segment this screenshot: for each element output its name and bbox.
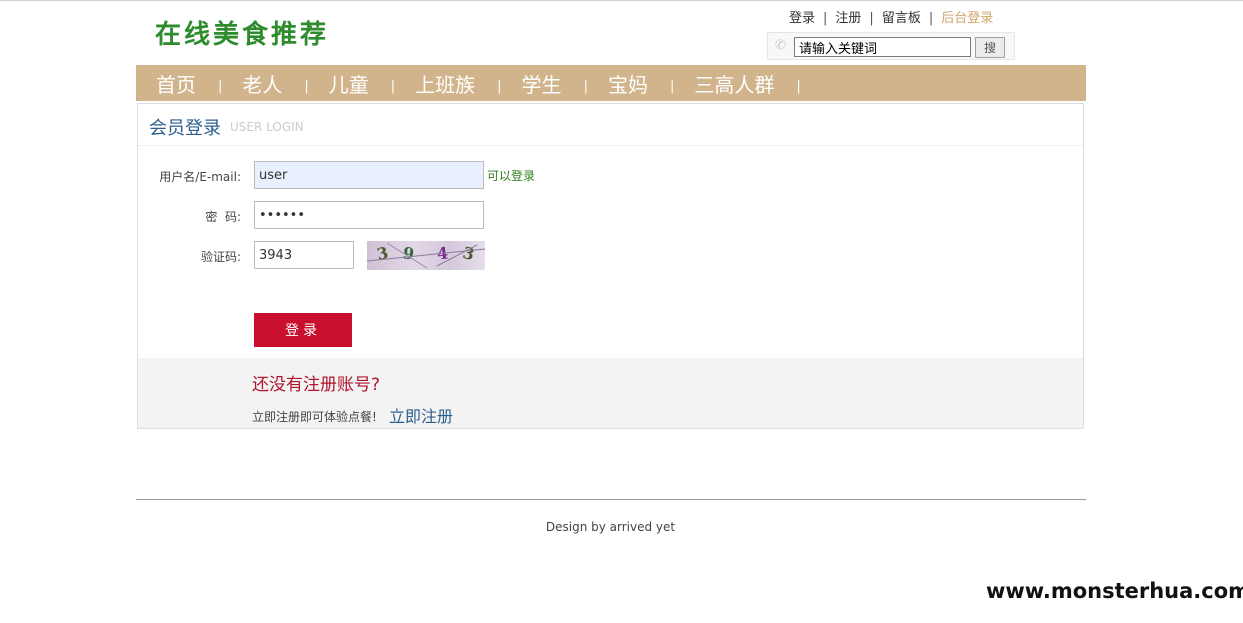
guestbook-link[interactable]: 留言板 [882,11,921,26]
separator: | [869,11,874,26]
nav-separator: | [497,78,502,94]
nav-separator: | [218,78,223,94]
nav-item-office: 上班族 | [415,69,521,98]
captcha-noise-lines [367,242,485,269]
main-nav: 首页 | 老人 | 儿童 | 上班族 | 学生 | 宝妈 | 三高人群 | [136,65,1086,101]
nav-separator: | [796,78,801,94]
panel-header: 会员登录 USER LOGIN [138,104,1083,146]
watermark: www.monsterhua.com [986,579,1243,603]
nav-link-home[interactable]: 首页 [156,69,196,98]
search-input[interactable] [794,37,971,57]
admin-login-link[interactable]: 后台登录 [941,11,993,26]
password-label: 密 码: [205,210,241,224]
separator: | [823,11,828,26]
footer-credit: Design by arrived yet [545,520,676,534]
register-question: 还没有注册账号? [252,375,381,395]
nav-item-elderly: 老人 | [242,69,328,98]
search-button[interactable]: 搜 [975,37,1005,58]
nav-link-moms[interactable]: 宝妈 [608,69,648,98]
nav-item-students: 学生 | [522,69,608,98]
captcha-label: 验证码: [200,250,241,264]
password-input[interactable] [254,201,484,229]
top-border [0,0,1243,1]
nav-link-elderly[interactable]: 老人 [242,69,282,98]
nav-separator: | [390,78,396,94]
register-link[interactable]: 注册 [835,11,861,26]
login-link[interactable]: 登录 [789,11,815,26]
nav-item-three-high: 三高人群 | [694,69,820,98]
username-label: 用户名/E-mail: [159,170,241,184]
captcha-image[interactable]: 3 9 4 3 [367,241,485,270]
panel-title: 会员登录 [149,118,221,139]
nav-item-moms: 宝妈 | [608,69,694,98]
username-input[interactable] [254,161,484,189]
register-section: 还没有注册账号? 立即注册即可体验点餐! 立即注册 [138,358,1083,428]
nav-item-children: 儿童 | [329,69,415,98]
panel-subtitle: USER LOGIN [230,120,304,134]
top-links: 登录 | 注册 | 留言板 | 后台登录 [789,7,993,26]
nav-separator: | [304,78,309,94]
username-ok-hint: 可以登录 [487,169,536,183]
separator: | [928,11,934,26]
register-text: 立即注册即可体验点餐! [252,410,377,424]
nav-item-home: 首页 | [156,69,242,98]
nav-link-children[interactable]: 儿童 [329,69,369,98]
captcha-input[interactable] [254,241,354,269]
nav-link-office[interactable]: 上班族 [415,69,475,98]
register-now-link[interactable]: 立即注册 [389,403,453,427]
nav-link-three-high[interactable]: 三高人群 [694,69,774,98]
nav-link-students[interactable]: 学生 [522,69,562,98]
nav-separator: | [669,78,675,94]
site-logo[interactable]: 在线美食推荐 [155,14,329,51]
nav-separator: | [583,78,588,94]
login-submit-button[interactable]: 登录 [254,313,352,347]
phone-icon: ✆ [775,38,786,53]
footer-divider [136,499,1086,500]
login-panel: 会员登录 USER LOGIN 用户名/E-mail: 可以登录 密 码: 验证… [137,103,1084,429]
search-bar: ✆ 搜 [767,32,1015,60]
